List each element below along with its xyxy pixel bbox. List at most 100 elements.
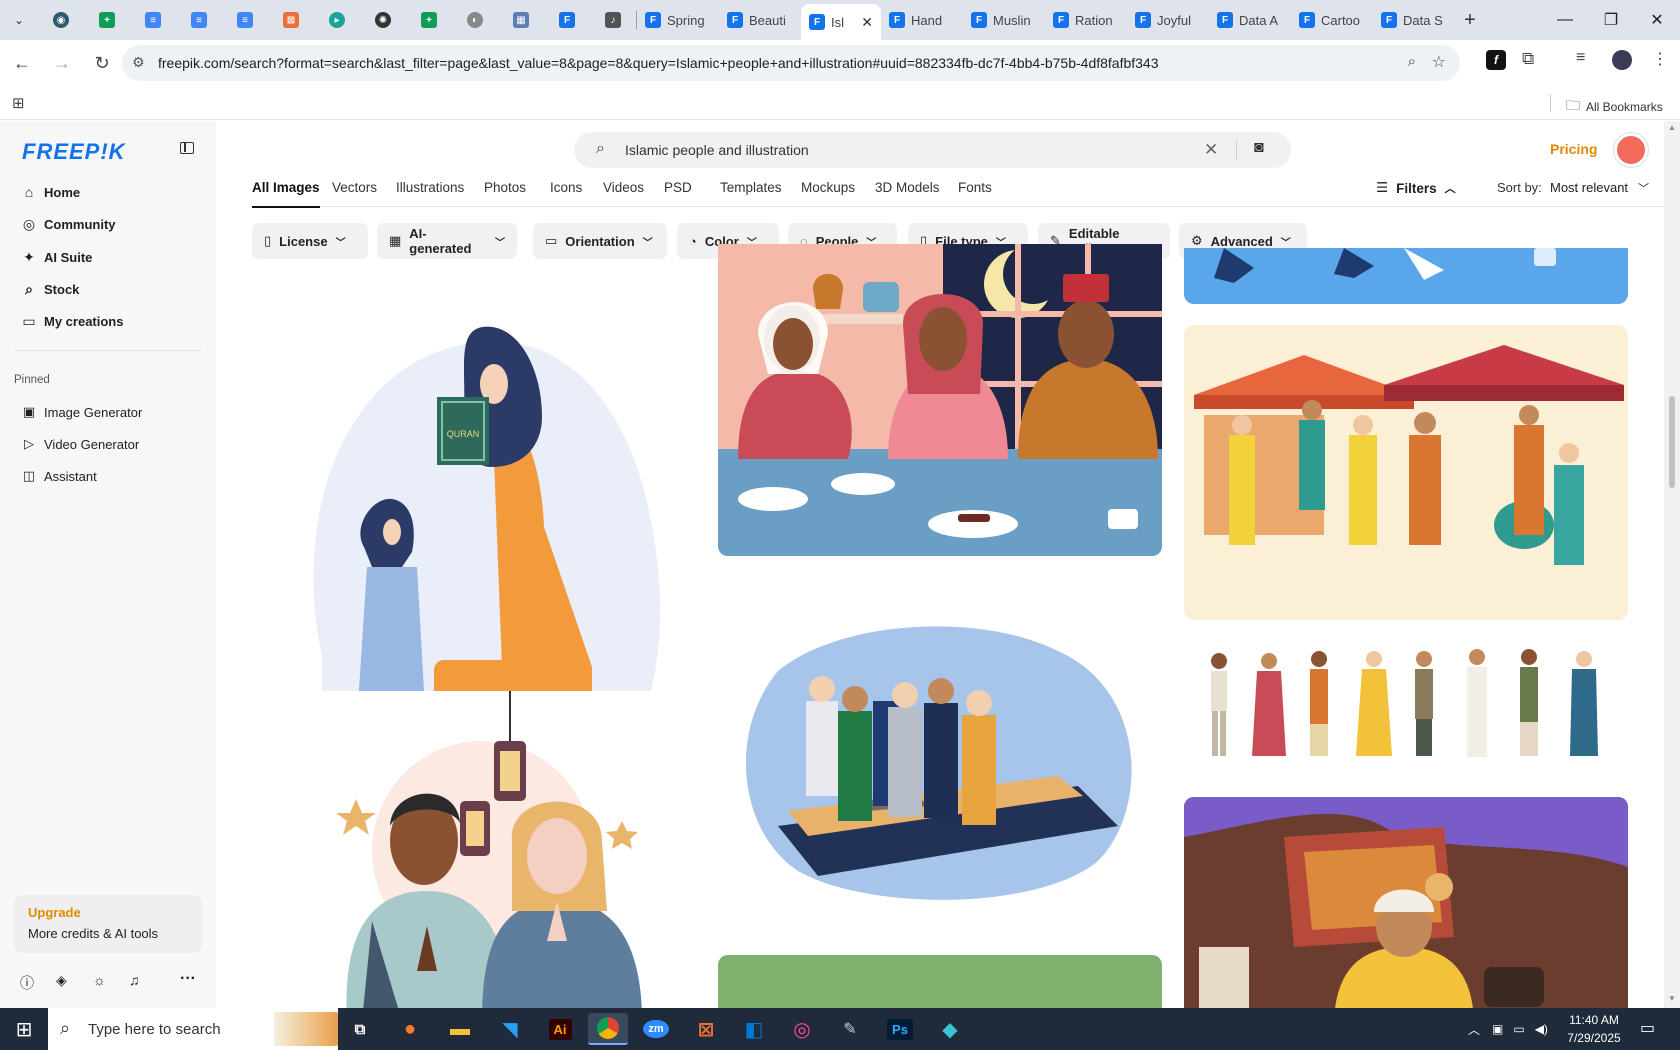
vscode-app[interactable]: ◥	[490, 1013, 530, 1045]
scrollbar-thumb[interactable]	[1669, 396, 1675, 488]
browser-tab[interactable]: F Spring	[637, 4, 719, 36]
result-image-people-row[interactable]	[1184, 641, 1628, 781]
pinned-video-generator[interactable]: ▷ Video Generator	[14, 429, 204, 459]
back-button[interactable]: ←	[4, 45, 40, 81]
chrome-app-active[interactable]	[588, 1013, 628, 1045]
theme-toggle-icon[interactable]: ☼	[93, 972, 106, 988]
apps-grid-icon[interactable]: ⊞	[12, 94, 25, 112]
result-image-merchant[interactable]	[1184, 797, 1628, 1008]
more-options-icon[interactable]: ···	[180, 970, 196, 988]
extensions-puzzle-icon[interactable]: ⧉	[1522, 49, 1534, 69]
scroll-up-arrow-icon[interactable]: ▲	[1668, 123, 1676, 132]
creative-cloud-app[interactable]: ◎	[782, 1013, 822, 1045]
tab-illustrations[interactable]: Illustrations	[396, 180, 464, 195]
tab-icons[interactable]: Icons	[550, 180, 582, 195]
user-avatar[interactable]	[1614, 133, 1648, 167]
tab-psd[interactable]: PSD	[664, 180, 692, 195]
collapse-sidebar-icon[interactable]	[180, 142, 194, 154]
address-bar[interactable]: ⚙ freepik.com/search?format=search&last_…	[122, 45, 1460, 81]
illustrator-app[interactable]: Ai	[540, 1013, 580, 1045]
pinned-tab[interactable]: ✺	[360, 4, 406, 36]
network-icon[interactable]: ▣	[1492, 1022, 1503, 1036]
file-explorer-app[interactable]: ▬	[440, 1013, 480, 1045]
media-control-icon[interactable]: ≡	[1576, 49, 1585, 67]
pinned-tab[interactable]: ▸	[314, 4, 360, 36]
upgrade-card[interactable]: Upgrade More credits & AI tools	[14, 895, 202, 953]
pinned-tab[interactable]: ⊠	[268, 4, 314, 36]
notifications-button[interactable]: ▭	[1640, 1018, 1655, 1038]
pinned-image-generator[interactable]: ▣ Image Generator	[14, 397, 204, 427]
search-input[interactable]: Islamic people and illustration	[625, 142, 809, 158]
tab-videos[interactable]: Videos	[603, 180, 644, 195]
result-image-iftar-table[interactable]	[718, 244, 1162, 556]
pinned-tab[interactable]: +	[406, 4, 452, 36]
reload-button[interactable]: ↻	[84, 45, 120, 81]
result-image-greeting[interactable]	[252, 691, 696, 1008]
site-info-icon[interactable]: ⚙	[132, 54, 145, 71]
browser-tab-active[interactable]: F Isl ✕	[801, 4, 881, 40]
tab-templates[interactable]: Templates	[720, 180, 782, 195]
close-tab-icon[interactable]: ✕	[861, 14, 873, 31]
pricing-link[interactable]: Pricing	[1550, 141, 1597, 157]
browser-tab[interactable]: F Muslin	[963, 4, 1045, 36]
pinned-tab[interactable]: F	[544, 4, 590, 36]
camera-search-icon[interactable]: ◙	[1254, 139, 1264, 157]
nav-home[interactable]: ⌂ Home	[14, 177, 204, 207]
browser-tab[interactable]: F Hand	[881, 4, 963, 36]
sort-dropdown[interactable]: Most relevant ﹀	[1550, 180, 1649, 196]
pinned-tab[interactable]: ≡	[176, 4, 222, 36]
close-window-button[interactable]: ✕	[1634, 0, 1680, 40]
zoom-app[interactable]: zm	[636, 1013, 676, 1045]
search-bar[interactable]: ⌕ Islamic people and illustration ✕ ◙	[574, 132, 1291, 168]
restore-button[interactable]: ❐	[1588, 0, 1634, 40]
tab-fonts[interactable]: Fonts	[958, 180, 992, 195]
result-image-bazaar[interactable]	[1184, 325, 1628, 620]
browser-tab[interactable]: F Cartoo	[1291, 4, 1373, 36]
nav-ai-suite[interactable]: ✦ AI Suite	[14, 242, 204, 272]
freepik-logo[interactable]: FREEP!K	[22, 139, 126, 165]
browser-tab[interactable]: F Data A	[1209, 4, 1291, 36]
pinned-tab[interactable]: ▦	[498, 4, 544, 36]
browser-tab[interactable]: F Joyful	[1127, 4, 1209, 36]
show-hidden-icons[interactable]: ︿	[1468, 1021, 1480, 1038]
tab-all-images[interactable]: All Images	[252, 180, 320, 208]
pinned-tab[interactable]: ♪	[590, 4, 636, 36]
new-tab-button[interactable]: +	[1455, 4, 1485, 36]
page-scrollbar[interactable]: ▲ ▼	[1664, 121, 1680, 1008]
monitor-icon[interactable]: ▭	[1513, 1022, 1524, 1036]
tab-search-button[interactable]: ⌄	[0, 4, 38, 36]
filter-license[interactable]: ▯ License ﹀	[252, 223, 368, 259]
all-bookmarks[interactable]: 🗀 All Bookmarks	[1566, 95, 1663, 119]
clear-search-icon[interactable]: ✕	[1204, 140, 1218, 160]
photoshop-app[interactable]: Ps	[880, 1013, 920, 1045]
tab-photos[interactable]: Photos	[484, 180, 526, 195]
pinned-tab[interactable]: ≡	[130, 4, 176, 36]
pinned-tab[interactable]: +	[84, 4, 130, 36]
filter-ai-generated[interactable]: ▦ AI-generated ﹀	[377, 223, 517, 259]
browser-tab[interactable]: F Beauti	[719, 4, 801, 36]
bookmark-star-icon[interactable]: ☆	[1432, 52, 1446, 72]
profile-avatar[interactable]	[1612, 50, 1632, 70]
browser-tab[interactable]: F Ration	[1045, 4, 1127, 36]
minimize-button[interactable]: —	[1542, 0, 1588, 40]
clock[interactable]: 11:40 AM 7/29/2025	[1558, 1011, 1630, 1047]
outlook-app[interactable]: ◧	[734, 1013, 774, 1045]
task-view-button[interactable]: ⧉	[340, 1013, 380, 1045]
extension-icon[interactable]: f	[1486, 50, 1506, 70]
app-diamond[interactable]: ◆	[930, 1013, 970, 1045]
pinned-tab[interactable]: ◉	[38, 4, 84, 36]
firefox-app[interactable]: ●	[390, 1013, 430, 1045]
result-image-green[interactable]	[718, 955, 1162, 1008]
pinned-tab[interactable]: ≡	[222, 4, 268, 36]
taskbar-search[interactable]: ⌕ Type here to search	[48, 1008, 338, 1050]
tab-mockups[interactable]: Mockups	[801, 180, 855, 195]
help-icon[interactable]: ⓘ	[20, 973, 34, 993]
zoom-icon[interactable]: ⌕	[1408, 53, 1416, 70]
tab-3d-models[interactable]: 3D Models	[875, 180, 940, 195]
notifications-icon[interactable]: ♫	[129, 972, 140, 988]
pinned-tab[interactable]: ◐	[452, 4, 498, 36]
tab-vectors[interactable]: Vectors	[332, 180, 377, 195]
result-image-blue-partial[interactable]	[1184, 248, 1628, 304]
forward-button[interactable]: →	[44, 45, 80, 81]
more-menu-icon[interactable]: ⋮	[1652, 49, 1668, 69]
